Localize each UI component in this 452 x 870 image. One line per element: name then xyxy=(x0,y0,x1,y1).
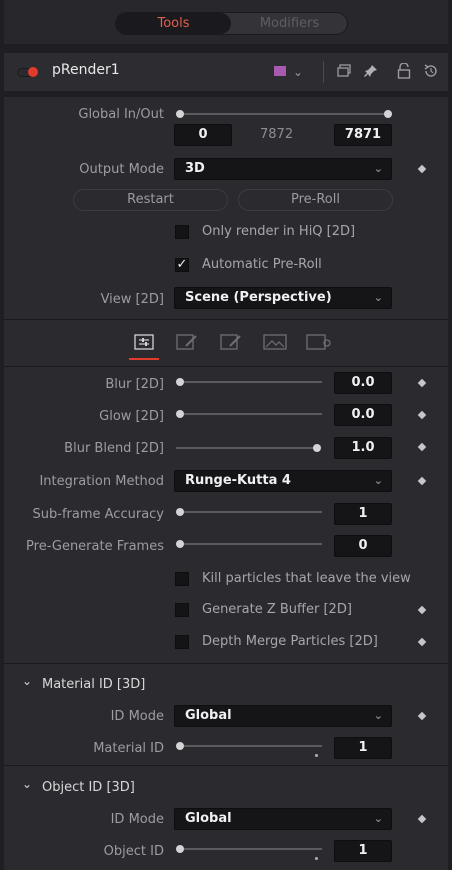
tab-tools[interactable]: Tools xyxy=(116,13,231,34)
image-tab-icon[interactable] xyxy=(220,334,244,350)
blur-blend-slider-track[interactable] xyxy=(176,447,316,449)
tool-name: pRender1 xyxy=(52,62,120,78)
blur-blend-field[interactable]: 1.0 xyxy=(334,437,392,459)
material-id-slider-track[interactable] xyxy=(184,745,322,747)
glow-slider-track[interactable] xyxy=(184,413,322,415)
blur-label: Blur [2D] xyxy=(105,377,164,392)
restart-button[interactable]: Restart xyxy=(73,189,228,211)
object-id-label: Object ID xyxy=(103,844,164,859)
output-mode-label: Output Mode xyxy=(79,162,164,177)
global-duration-value: 7872 xyxy=(260,127,294,142)
chevron-down-icon: ⌄ xyxy=(373,812,383,825)
z-buffer-checkbox[interactable] xyxy=(175,603,189,617)
global-out-handle[interactable] xyxy=(384,110,392,118)
reset-icon[interactable] xyxy=(423,63,439,79)
material-id-mode-label: ID Mode xyxy=(110,709,164,724)
view-value: Scene (Perspective) xyxy=(185,290,332,305)
default-marker xyxy=(315,857,318,860)
depth-merge-label: Depth Merge Particles [2D] xyxy=(202,634,378,649)
kill-particles-label: Kill particles that leave the view xyxy=(202,571,411,586)
integration-method-dropdown[interactable]: Runge-Kutta 4 ⌄ xyxy=(174,470,392,492)
color-dropdown-chevron-icon[interactable]: ⌄ xyxy=(293,64,303,80)
output-mode-value: 3D xyxy=(185,161,205,176)
blur-slider-handle[interactable] xyxy=(176,378,184,386)
view-label: View [2D] xyxy=(100,292,164,307)
global-in-field[interactable]: 0 xyxy=(174,124,232,146)
glow-label: Glow [2D] xyxy=(99,409,164,424)
hiq-label: Only render in HiQ [2D] xyxy=(202,224,356,239)
scene-tab-icon[interactable] xyxy=(176,334,200,350)
chevron-down-icon: ⌄ xyxy=(373,474,383,487)
active-dot-icon xyxy=(28,67,38,77)
chevron-down-icon: ⌄ xyxy=(373,709,383,722)
subframe-field[interactable]: 1 xyxy=(334,503,392,525)
header-divider xyxy=(323,61,324,83)
integration-method-value: Runge-Kutta 4 xyxy=(185,473,291,488)
output-mode-dropdown[interactable]: 3D ⌄ xyxy=(174,158,392,180)
kill-particles-checkbox[interactable] xyxy=(175,572,189,586)
active-tab-underline xyxy=(129,358,159,360)
pregen-frames-label: Pre-Generate Frames xyxy=(26,539,164,554)
object-id-section-title[interactable]: Object ID [3D] xyxy=(42,780,135,795)
subframe-accuracy-label: Sub-frame Accuracy xyxy=(32,507,164,522)
color-swatch[interactable] xyxy=(274,66,286,76)
subframe-slider-track[interactable] xyxy=(184,511,322,513)
z-buffer-label: Generate Z Buffer [2D] xyxy=(202,602,352,617)
object-id-slider-track[interactable] xyxy=(184,848,322,850)
lock-icon[interactable] xyxy=(397,62,411,79)
material-id-slider-handle[interactable] xyxy=(176,742,184,750)
auto-preroll-label: Automatic Pre-Roll xyxy=(202,257,322,272)
section-collapse-icon[interactable]: ⌄ xyxy=(22,777,32,791)
blur-blend-slider-handle[interactable] xyxy=(313,444,321,452)
global-in-out-label: Global In/Out xyxy=(78,107,164,122)
pregen-slider-handle[interactable] xyxy=(176,540,184,548)
depth-merge-checkbox[interactable] xyxy=(175,635,189,649)
glow-field[interactable]: 0.0 xyxy=(334,404,392,426)
global-range-track[interactable] xyxy=(180,113,390,115)
settings-tab-icon[interactable] xyxy=(306,334,332,350)
pin-icon[interactable] xyxy=(363,63,379,79)
pregen-field[interactable]: 0 xyxy=(334,535,392,557)
global-in-handle[interactable] xyxy=(176,110,184,118)
auto-preroll-checkbox[interactable]: ✓ xyxy=(175,258,189,272)
object-id-mode-value: Global xyxy=(185,811,232,826)
integration-method-label: Integration Method xyxy=(39,474,164,489)
material-id-label: Material ID xyxy=(93,741,164,756)
material-id-section-title[interactable]: Material ID [3D] xyxy=(42,677,145,692)
hiq-checkbox[interactable] xyxy=(175,225,189,239)
view-dropdown[interactable]: Scene (Perspective) ⌄ xyxy=(174,287,392,309)
blur-blend-label: Blur Blend [2D] xyxy=(64,441,164,456)
chevron-down-icon: ⌄ xyxy=(373,291,383,304)
material-id-mode-value: Global xyxy=(185,708,232,723)
pregen-slider-track[interactable] xyxy=(184,543,322,545)
object-id-mode-dropdown[interactable]: Global ⌄ xyxy=(174,808,392,830)
default-marker xyxy=(315,754,318,757)
tab-modifiers[interactable]: Modifiers xyxy=(232,13,347,34)
checkmark-icon: ✓ xyxy=(176,257,188,272)
material-id-mode-dropdown[interactable]: Global ⌄ xyxy=(174,705,392,727)
blur-field[interactable]: 0.0 xyxy=(334,372,392,394)
material-id-field[interactable]: 1 xyxy=(334,737,392,759)
subframe-slider-handle[interactable] xyxy=(176,508,184,516)
global-out-field[interactable]: 7871 xyxy=(334,124,392,146)
blur-slider-track[interactable] xyxy=(184,381,322,383)
object-id-field[interactable]: 1 xyxy=(334,840,392,862)
picture-tab-icon[interactable] xyxy=(263,334,287,350)
object-id-slider-handle[interactable] xyxy=(176,845,184,853)
section-collapse-icon[interactable]: ⌄ xyxy=(22,674,32,688)
versions-icon[interactable] xyxy=(337,64,351,78)
object-id-mode-label: ID Mode xyxy=(110,812,164,827)
chevron-down-icon: ⌄ xyxy=(373,162,383,175)
preroll-button[interactable]: Pre-Roll xyxy=(238,189,393,211)
glow-slider-handle[interactable] xyxy=(176,410,184,418)
controls-tab-icon[interactable] xyxy=(134,334,154,350)
